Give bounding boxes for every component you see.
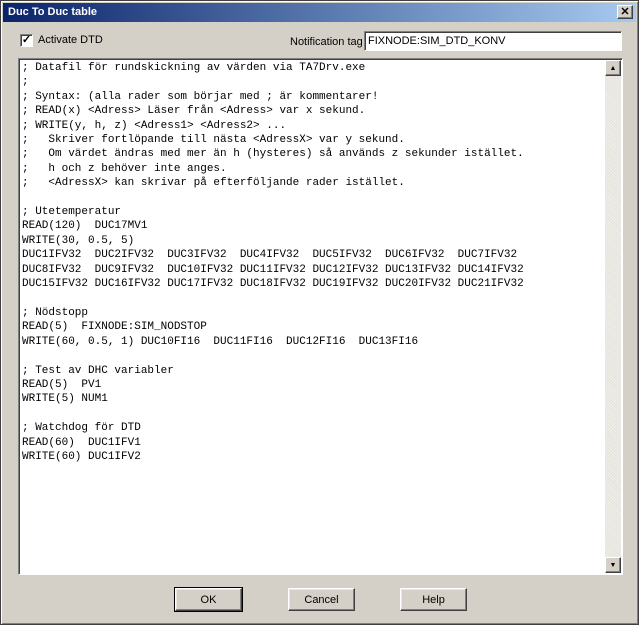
- editor-line: ; Utetemperatur: [22, 206, 122, 219]
- activate-dtd-checkbox[interactable]: ✓: [20, 34, 33, 47]
- editor-line: WRITE(30, 0.5, 5): [22, 234, 135, 247]
- editor-line: WRITE(60) DUC1IFV2: [22, 450, 141, 463]
- editor-line: ; READ(x) <Adress> Läser från <Adress> v…: [22, 105, 366, 118]
- editor-line: READ(60) DUC1IFV1: [22, 436, 141, 449]
- editor-line: READ(5) FIXNODE:SIM_NODSTOP: [22, 321, 207, 334]
- editor-line: DUC8IFV32 DUC9IFV32 DUC10IFV32 DUC11IFV3…: [22, 263, 524, 276]
- notification-tag-label: Notification tag: [290, 36, 363, 48]
- editor-line: ; h och z behöver inte anges.: [22, 162, 227, 175]
- close-icon: ✕: [620, 5, 630, 18]
- editor-line: DUC15IFV32 DUC16IFV32 DUC17IFV32 DUC18IF…: [22, 278, 524, 291]
- editor-line: ; Watchdog för DTD: [22, 422, 141, 435]
- title-bar[interactable]: Duc To Duc table ✕: [3, 3, 636, 22]
- vertical-scrollbar[interactable]: ▲ ▼: [605, 60, 621, 573]
- editor-line: ; <AdressX> kan skrivar på efterföljande…: [22, 177, 405, 190]
- scroll-up-button[interactable]: ▲: [605, 60, 621, 76]
- editor-line: ; Skriver fortlöpande till nästa <Adress…: [22, 134, 405, 147]
- duc-to-duc-dialog: Duc To Duc table ✕ ✓ Activate DTD Notifi…: [0, 0, 639, 625]
- editor-text[interactable]: ; Datafil för rundskickning av värden vi…: [22, 61, 602, 571]
- options-row: ✓ Activate DTD Notification tag FIXNODE:…: [1, 29, 639, 55]
- dtd-table-editor[interactable]: ; Datafil för rundskickning av värden vi…: [18, 58, 623, 575]
- editor-line: DUC1IFV32 DUC2IFV32 DUC3IFV32 DUC4IFV32 …: [22, 249, 518, 262]
- editor-line: ;: [22, 76, 29, 89]
- editor-line: WRITE(5) NUM1: [22, 393, 108, 406]
- editor-line: ; Om värdet ändras med mer än h (hystere…: [22, 148, 524, 161]
- activate-dtd-label[interactable]: Activate DTD: [38, 34, 103, 46]
- arrow-down-icon: ▼: [609, 561, 617, 569]
- checkmark-icon: ✓: [21, 34, 32, 46]
- editor-line: ; Nödstopp: [22, 306, 89, 319]
- close-button[interactable]: ✕: [617, 5, 633, 19]
- editor-line: ; Test av DHC variabler: [22, 364, 174, 377]
- editor-line: READ(120) DUC17MV1: [22, 220, 148, 233]
- editor-line: WRITE(60, 0.5, 1) DUC10FI16 DUC11FI16 DU…: [22, 335, 419, 348]
- editor-line: ; WRITE(y, h, z) <Adress1> <Adress2> ...: [22, 119, 287, 132]
- cancel-button[interactable]: Cancel: [288, 588, 355, 611]
- scroll-down-button[interactable]: ▼: [605, 557, 621, 573]
- editor-line: ; Datafil för rundskickning av värden vi…: [22, 62, 366, 74]
- window-title: Duc To Duc table: [8, 6, 98, 18]
- arrow-up-icon: ▲: [609, 64, 617, 72]
- editor-line: ; Syntax: (alla rader som börjar med ; ä…: [22, 90, 379, 103]
- ok-button[interactable]: OK: [174, 587, 243, 612]
- editor-line: READ(5) PV1: [22, 378, 102, 391]
- help-button[interactable]: Help: [400, 588, 467, 611]
- notification-tag-input[interactable]: FIXNODE:SIM_DTD_KONV: [364, 31, 622, 51]
